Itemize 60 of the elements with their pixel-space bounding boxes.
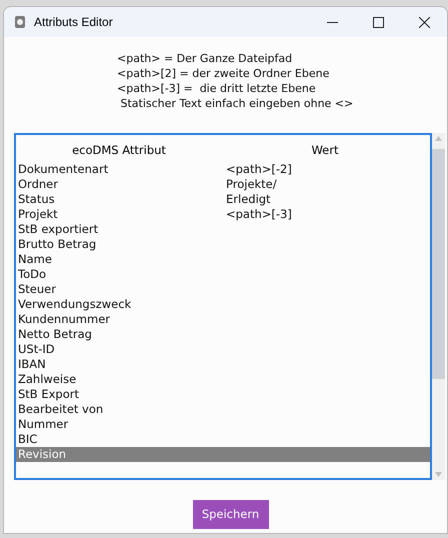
- list-row[interactable]: Bearbeitet von: [16, 402, 430, 417]
- attribute-cell-text: Kundennummer: [18, 312, 111, 327]
- list-row[interactable]: Zahlweise: [16, 372, 430, 387]
- list-row[interactable]: StB Export: [16, 387, 430, 402]
- column-header: ecoDMS Attribut: [71, 142, 167, 158]
- list-row[interactable]: USt-ID: [16, 342, 430, 357]
- list-row[interactable]: Revision: [16, 447, 430, 462]
- scroll-down-icon: [435, 472, 442, 477]
- help-text: <path> = Der Ganze Dateipfad: [117, 51, 292, 66]
- list-row[interactable]: ToDo: [16, 267, 430, 282]
- scrollbar-thumb[interactable]: [432, 149, 445, 379]
- attribute-cell-text: Steuer: [18, 282, 57, 297]
- attribute-cell-text: Netto Betrag: [18, 327, 93, 342]
- close-icon: [418, 16, 430, 28]
- attribute-cell-text: USt-ID: [18, 342, 56, 357]
- attribute-cell-text: Verwendungszweck: [18, 297, 132, 312]
- attribute-cell-text: Revision: [18, 447, 68, 462]
- list-row[interactable]: Verwendungszweck: [16, 297, 430, 312]
- help-text: <path>[-3] = die dritt letzte Ebene: [117, 81, 316, 96]
- list-row[interactable]: StB exportiert: [16, 222, 430, 237]
- value-cell: <path>[-3]: [226, 207, 292, 222]
- list-row[interactable]: Status Erledigt: [16, 192, 430, 207]
- scroll-up-icon: [435, 136, 442, 141]
- maximize-icon: [372, 16, 384, 28]
- attribute-cell-text: Zahlweise: [18, 372, 78, 387]
- value-cell: <path>[-2]: [226, 162, 292, 177]
- attribute-cell-text: Projekt: [18, 207, 59, 222]
- list-row[interactable]: Ordner Projekte/: [16, 177, 430, 192]
- list-row[interactable]: Netto Betrag: [16, 327, 430, 342]
- value-cell: Erledigt: [226, 192, 271, 207]
- help-text: <path>[2] = der zweite Ordner Ebene: [117, 66, 330, 81]
- attribute-list[interactable]: [14, 133, 432, 480]
- list-row[interactable]: Projekt <path>[-3]: [16, 207, 430, 222]
- list-row[interactable]: IBAN: [16, 357, 430, 372]
- value-cell: Projekte/: [226, 177, 277, 192]
- save-button[interactable]: Speichern: [192, 500, 268, 529]
- list-row[interactable]: Name: [16, 252, 430, 267]
- attribute-cell-text: IBAN: [18, 357, 47, 372]
- attribute-cell-text: Name: [18, 252, 53, 267]
- list-row[interactable]: Steuer: [16, 282, 430, 297]
- attribute-cell-text: Status: [18, 192, 56, 207]
- list-row[interactable]: BIC: [16, 432, 430, 447]
- scrollbar[interactable]: [432, 133, 445, 480]
- attribute-cell-text: StB exportiert: [18, 222, 100, 237]
- column-header: Wert: [310, 142, 340, 158]
- attribute-cell-text: ToDo: [18, 267, 47, 282]
- list-row[interactable]: Kundennummer: [16, 312, 430, 327]
- attribute-cell-text: Brutto Betrag: [18, 237, 98, 252]
- list-row[interactable]: Dokumentenart <path>[-2]: [16, 162, 430, 177]
- window-title: Attributs Editor: [34, 14, 113, 31]
- app-icon: [15, 16, 25, 28]
- attribute-cell-text: BIC: [18, 432, 38, 447]
- attribute-cell-text: Ordner: [18, 177, 59, 192]
- attribute-cell-text: Dokumentenart: [18, 162, 110, 177]
- list-row[interactable]: Brutto Betrag: [16, 237, 430, 252]
- list-row[interactable]: Nummer: [16, 417, 430, 432]
- attribute-cell-text: StB Export: [18, 387, 80, 402]
- attribute-cell-text: Bearbeitet von: [18, 402, 104, 417]
- attribute-cell-text: Nummer: [18, 417, 70, 432]
- help-text: Statischer Text einfach eingeben ohne <>: [119, 96, 354, 111]
